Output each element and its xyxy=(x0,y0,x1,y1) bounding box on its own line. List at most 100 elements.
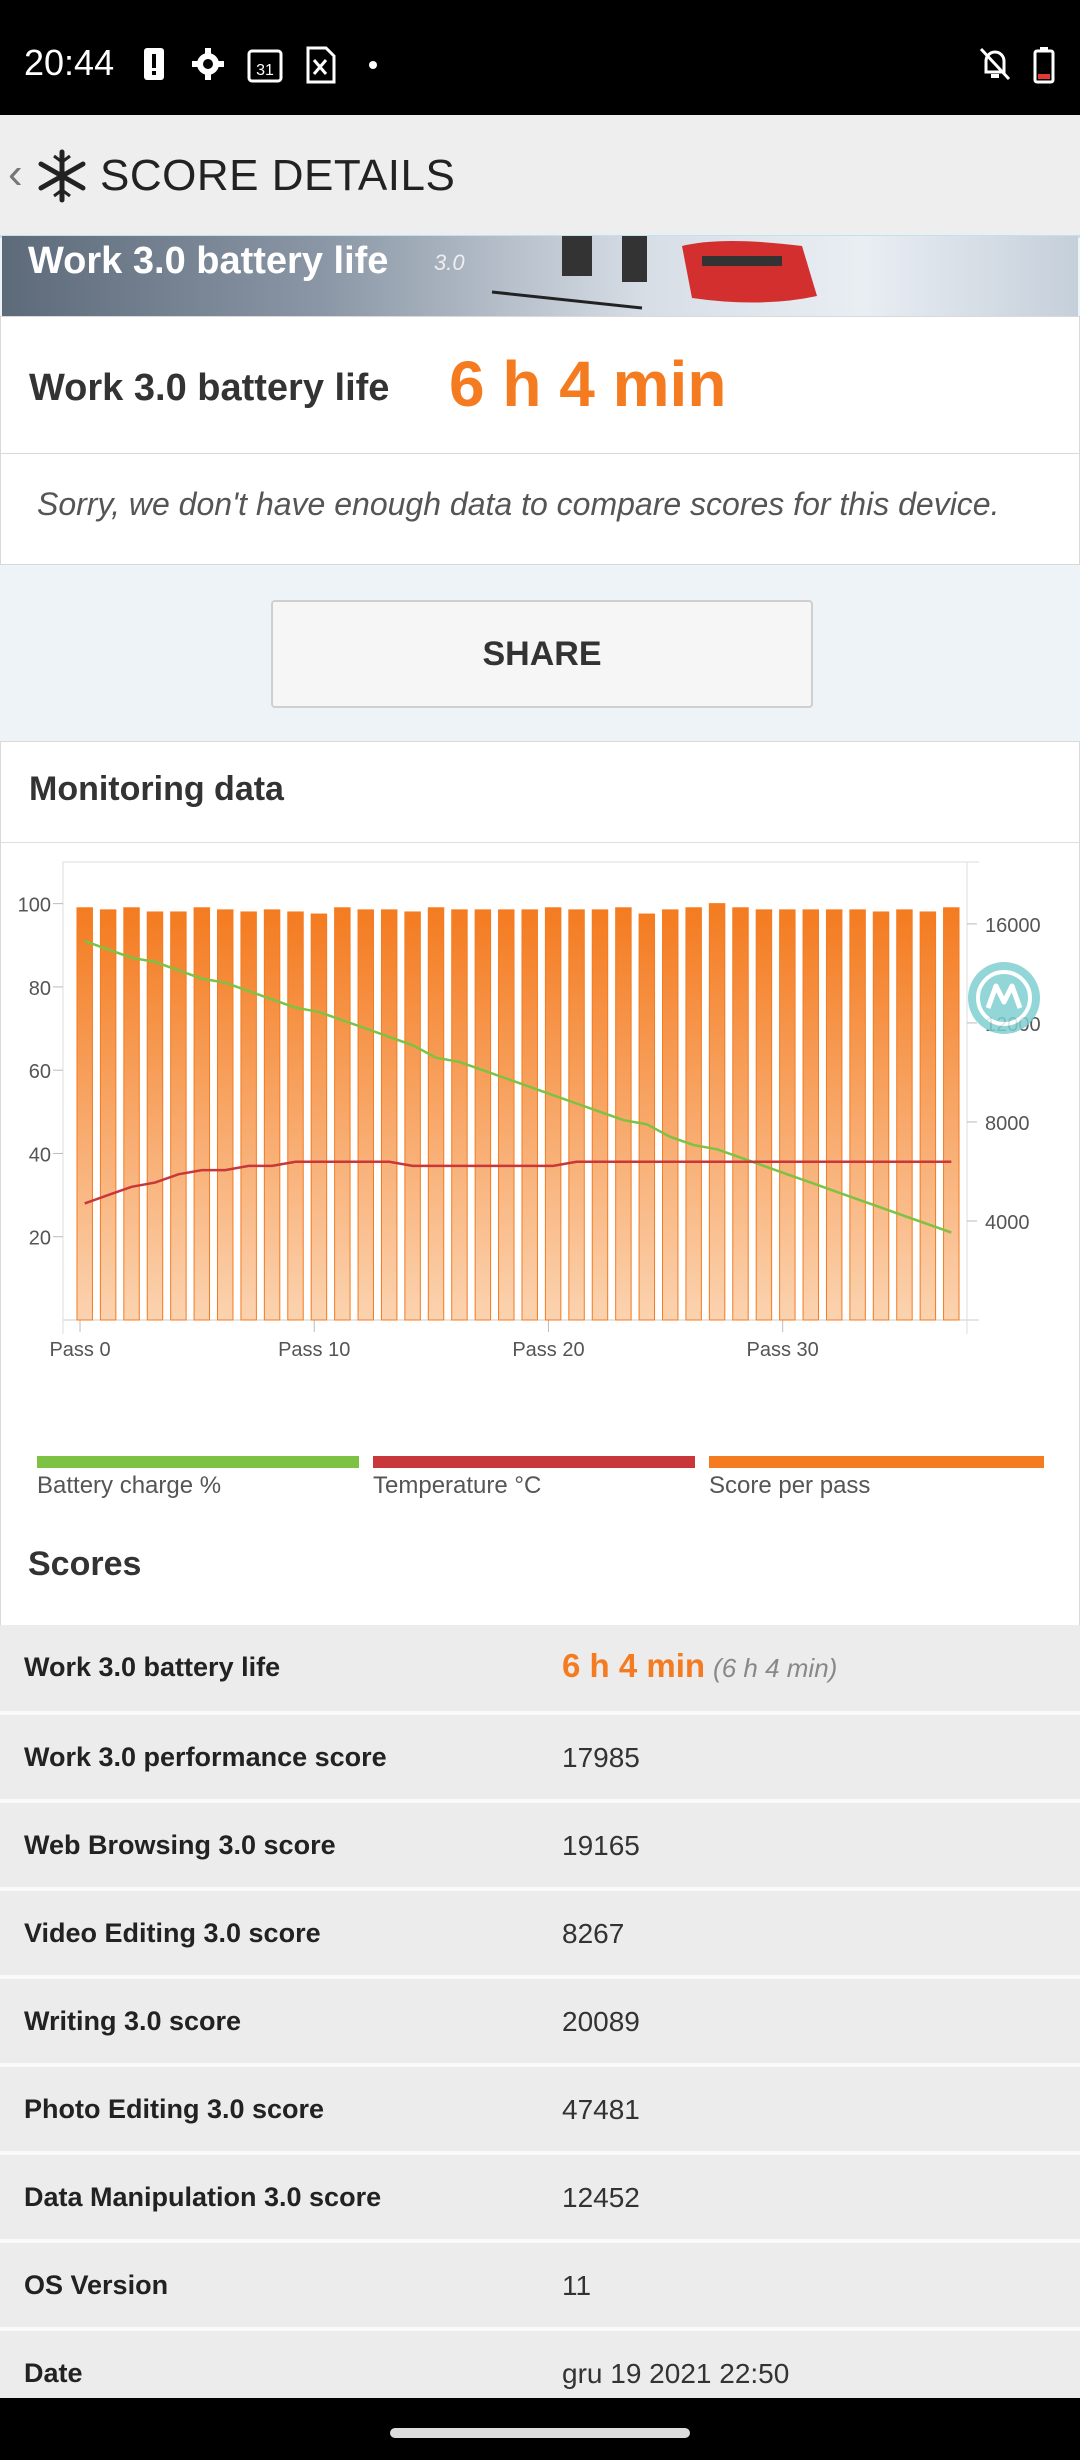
table-row: Work 3.0 battery life 6 h 4 min (6 h 4 mi… xyxy=(0,1625,1080,1715)
legend-score-label: Score per pass xyxy=(709,1472,871,1499)
app-bar: ‹ SCORE DETAILS xyxy=(0,115,1080,238)
score-per-pass-bar xyxy=(451,909,468,1321)
score-value: 11 xyxy=(562,2270,592,2301)
sim-error-icon xyxy=(306,46,336,84)
score-per-pass-bar xyxy=(357,909,374,1321)
x-tick-label: Pass 20 xyxy=(512,1339,584,1361)
x-tick-label: Pass 30 xyxy=(747,1339,819,1361)
score-label: OS Version xyxy=(24,2270,169,2300)
score-label: Writing 3.0 score xyxy=(24,2006,242,2036)
navigation-bar xyxy=(0,2398,1080,2460)
motorola-logo-icon xyxy=(976,970,1032,1026)
battery-icon xyxy=(1033,47,1055,84)
score-value: 8267 xyxy=(562,1918,625,1949)
banner-version: 3.0 xyxy=(434,250,465,275)
score-per-pass-bar xyxy=(427,907,445,1321)
score-label: Work 3.0 performance score xyxy=(24,1742,387,1772)
banner-title: Work 3.0 battery life xyxy=(28,240,389,282)
score-per-pass-bar xyxy=(638,913,656,1321)
score-per-pass-bar xyxy=(76,907,93,1321)
result-value: 6 h 4 min xyxy=(449,348,727,420)
score-per-pass-bar xyxy=(123,907,140,1321)
score-per-pass-bar xyxy=(755,909,773,1321)
floating-motorola-bubble[interactable] xyxy=(968,962,1040,1034)
battery-life-value: 6 h 4 min xyxy=(562,1647,706,1684)
monitoring-title: Monitoring data xyxy=(29,770,284,808)
table-row: Photo Editing 3.0 score 47481 xyxy=(0,2067,1080,2155)
score-per-pass-bar xyxy=(287,911,304,1321)
score-per-pass-bar xyxy=(685,907,702,1321)
score-label: Data Manipulation 3.0 score xyxy=(24,2182,382,2212)
score-per-pass-bar xyxy=(708,903,726,1321)
comparison-notice-card: Sorry, we don't have enough data to comp… xyxy=(0,453,1080,565)
score-per-pass-bar xyxy=(99,909,117,1321)
y-left-tick-label: 20 xyxy=(29,1228,51,1250)
score-per-pass-bar xyxy=(779,909,796,1321)
status-time: 20:44 xyxy=(24,42,115,83)
score-per-pass-bar xyxy=(896,909,913,1321)
y-right-tick-label: 8000 xyxy=(985,1113,1030,1135)
x-tick-label: Pass 10 xyxy=(278,1339,350,1361)
score-per-pass-bar xyxy=(849,909,866,1321)
y-left-tick-label: 100 xyxy=(18,895,51,917)
monitoring-chart: 10080604020160001200080004000Pass 0Pass … xyxy=(18,861,1041,1361)
x-tick-label: Pass 0 xyxy=(49,1339,110,1361)
legend-temperature-label: Temperature °C xyxy=(373,1472,542,1499)
comparison-notice: Sorry, we don't have enough data to comp… xyxy=(37,486,1000,522)
score-value: 20089 xyxy=(562,2006,640,2037)
table-row: OS Version 11 xyxy=(0,2243,1080,2331)
notifications-off-icon xyxy=(979,47,1011,81)
score-label: Photo Editing 3.0 score xyxy=(24,2094,325,2124)
temperature-line xyxy=(84,1160,952,1205)
score-value: 19165 xyxy=(562,1830,640,1861)
score-per-pass-bar xyxy=(404,911,421,1321)
legend-battery-label: Battery charge % xyxy=(37,1472,222,1499)
y-left-tick-label: 40 xyxy=(29,1144,51,1166)
y-left-tick-label: 60 xyxy=(29,1061,51,1083)
table-row: Writing 3.0 score 20089 xyxy=(0,1979,1080,2067)
score-per-pass-bar xyxy=(568,909,585,1321)
score-per-pass-bar xyxy=(334,907,351,1321)
settings-gear-icon xyxy=(192,48,224,80)
calendar-day: 31 xyxy=(256,62,274,79)
result-card: Work 3.0 battery life 6 h 4 min xyxy=(0,316,1080,455)
table-row: Video Editing 3.0 score 8267 xyxy=(0,1891,1080,1979)
score-value: 17985 xyxy=(562,1742,640,1773)
score-per-pass-bar xyxy=(802,909,819,1321)
score-per-pass-bar xyxy=(943,907,960,1321)
scores-title: Scores xyxy=(28,1545,142,1583)
score-per-pass-bar xyxy=(474,909,492,1321)
battery-life-sub: (6 h 4 min) xyxy=(713,1653,838,1683)
y-left-tick-label: 80 xyxy=(29,978,51,1000)
calendar-icon: 31 xyxy=(247,49,283,83)
test-banner: Work 3.0 battery life 3.0 xyxy=(2,236,1078,316)
table-row: Work 3.0 performance score 17985 xyxy=(0,1715,1080,1803)
score-per-pass-bar xyxy=(521,909,538,1321)
score-value: 12452 xyxy=(562,2182,640,2213)
table-row: Web Browsing 3.0 score 19165 xyxy=(0,1803,1080,1891)
score-per-pass-bar xyxy=(615,907,632,1321)
y-right-tick-label: 16000 xyxy=(985,915,1041,937)
score-per-pass-bar xyxy=(217,909,234,1321)
dot-icon xyxy=(369,61,377,69)
score-per-pass-bar xyxy=(872,911,890,1321)
battery-charge-line xyxy=(84,939,952,1234)
score-label: Date xyxy=(24,2358,83,2388)
status-bar: 20:44 31 xyxy=(0,0,1080,115)
score-per-pass-bar xyxy=(263,909,281,1321)
score-label: Work 3.0 battery life xyxy=(24,1652,281,1682)
table-row: Data Manipulation 3.0 score 12452 xyxy=(0,2155,1080,2243)
score-per-pass-bar xyxy=(498,909,515,1321)
home-gesture-handle[interactable] xyxy=(390,2428,690,2438)
back-chevron-icon[interactable]: ‹ xyxy=(8,149,23,199)
score-per-pass-bar xyxy=(193,907,211,1321)
page-title: SCORE DETAILS xyxy=(100,151,456,200)
share-button[interactable]: SHARE xyxy=(271,600,813,708)
scores-table: Work 3.0 battery life 6 h 4 min (6 h 4 mi… xyxy=(0,1625,1080,2419)
score-per-pass-bar xyxy=(919,911,937,1321)
score-per-pass-bar xyxy=(544,907,562,1321)
score-per-pass-bar xyxy=(825,909,843,1321)
legend-swatch-battery xyxy=(37,1456,359,1468)
y-right-tick-label: 4000 xyxy=(985,1212,1030,1234)
score-label: Video Editing 3.0 score xyxy=(24,1918,321,1948)
